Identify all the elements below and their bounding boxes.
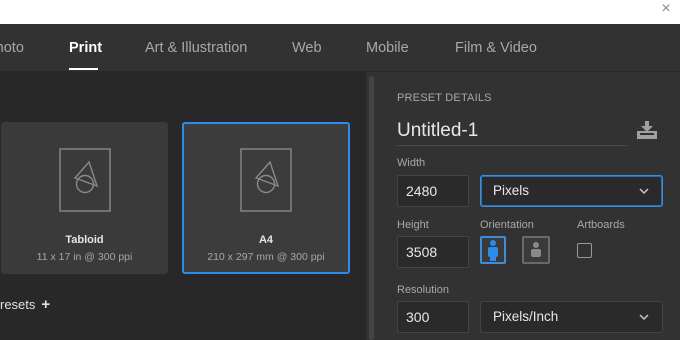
preset-card-tabloid[interactable]: Tabloid 11 x 17 in @ 300 ppi [1, 122, 168, 274]
active-tab-indicator [69, 68, 98, 70]
tab-film-video[interactable]: Film & Video [455, 40, 537, 56]
landscape-person-icon [531, 242, 541, 257]
width-unit-value: Pixels [493, 183, 530, 198]
add-preset-icon[interactable]: + [41, 296, 50, 313]
title-bar: × [0, 0, 680, 24]
portrait-person-icon [488, 240, 498, 261]
preset-name: Tabloid [65, 234, 104, 246]
document-shapes-icon [240, 148, 292, 212]
width-unit-select[interactable]: Pixels [480, 175, 663, 207]
saved-presets-label: resets [0, 297, 36, 312]
artboards-label: Artboards [577, 219, 625, 231]
save-preset-icon[interactable] [635, 120, 659, 140]
landscape-orientation-button[interactable] [522, 236, 550, 264]
resolution-label: Resolution [397, 284, 449, 296]
gallery-scrollbar[interactable] [369, 76, 374, 340]
preset-gallery: Tabloid 11 x 17 in @ 300 ppi A4 210 x 29… [0, 72, 366, 340]
tab-print[interactable]: Print [69, 40, 102, 56]
preset-name: A4 [258, 234, 274, 246]
document-shapes-icon [59, 148, 111, 212]
close-icon[interactable]: × [656, 0, 676, 20]
category-tab-bar: Photo Print Art & Illustration Web Mobil… [0, 24, 680, 72]
artboards-checkbox[interactable] [577, 243, 592, 258]
resolution-input[interactable]: 300 [397, 301, 469, 333]
document-name-input[interactable]: Untitled-1 [397, 118, 627, 146]
preset-card-a4[interactable]: A4 210 x 297 mm @ 300 ppi [182, 122, 350, 274]
chevron-down-icon [639, 314, 649, 321]
tab-web[interactable]: Web [292, 40, 322, 56]
height-label: Height [397, 219, 429, 231]
width-label: Width [397, 157, 426, 169]
saved-presets-header[interactable]: resets + [0, 296, 50, 313]
resolution-unit-select[interactable]: Pixels/Inch [480, 301, 663, 333]
preset-size: 210 x 297 mm @ 300 ppi [207, 251, 325, 263]
portrait-orientation-button[interactable] [480, 236, 506, 264]
preset-details-panel: PRESET DETAILS Untitled-1 Width 2480 Pix… [378, 72, 680, 340]
chevron-down-icon [639, 188, 649, 195]
section-heading: PRESET DETAILS [397, 92, 492, 104]
tab-art-illustration[interactable]: Art & Illustration [145, 40, 247, 56]
tab-mobile[interactable]: Mobile [366, 40, 409, 56]
tab-photo[interactable]: Photo [0, 40, 24, 56]
preset-size: 11 x 17 in @ 300 ppi [36, 251, 133, 263]
resolution-unit-value: Pixels/Inch [493, 309, 559, 324]
orientation-label: Orientation [480, 219, 534, 231]
height-input[interactable]: 3508 [397, 236, 469, 268]
width-input[interactable]: 2480 [397, 175, 469, 207]
